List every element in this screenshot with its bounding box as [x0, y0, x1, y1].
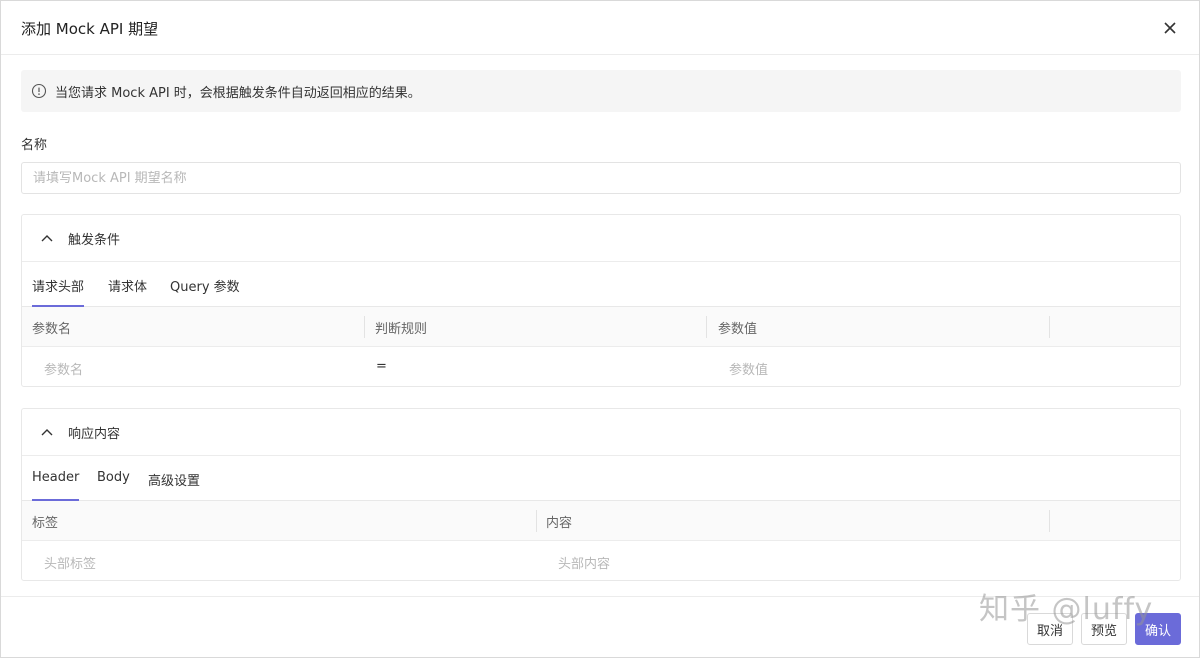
preview-button[interactable]: 预览 — [1081, 613, 1127, 645]
modal-footer: 取消 预览 确认 — [1, 596, 1199, 658]
tab-advanced-settings[interactable]: 高级设置 — [148, 470, 200, 501]
info-alert: 当您请求 Mock API 时，会根据触发条件自动返回相应的结果。 — [21, 70, 1181, 112]
close-icon[interactable] — [1162, 20, 1178, 36]
column-divider — [364, 316, 365, 338]
tab-request-body[interactable]: 请求体 — [108, 276, 147, 307]
cancel-button[interactable]: 取消 — [1027, 613, 1073, 645]
tab-body[interactable]: Body — [97, 470, 130, 501]
trigger-section-header[interactable]: 触发条件 — [22, 215, 1180, 262]
response-section-title: 响应内容 — [68, 427, 121, 442]
param-name-input[interactable]: 参数名 — [44, 359, 83, 378]
name-label: 名称 — [21, 138, 48, 153]
tab-request-header[interactable]: 请求头部 — [32, 276, 85, 307]
info-text: 当您请求 Mock API 时，会根据触发条件自动返回相应的结果。 — [55, 86, 421, 101]
column-divider — [1049, 316, 1050, 338]
trigger-section-title: 触发条件 — [68, 233, 121, 248]
info-icon — [31, 83, 47, 99]
column-tag: 标签 — [32, 516, 59, 531]
table-row: 头部标签 头部内容 — [22, 541, 1180, 581]
table-row: 参数名 = 参数值 — [22, 347, 1180, 387]
mock-api-modal: 添加 Mock API 期望 当您请求 Mock API 时，会根据触发条件自动… — [0, 0, 1200, 658]
modal-header: 添加 Mock API 期望 — [1, 1, 1199, 55]
trigger-section: 触发条件 请求头部 请求体 Query 参数 参数名 判断规则 参数值 参数名 … — [21, 214, 1181, 387]
response-table-header: 标签 内容 — [22, 501, 1180, 541]
chevron-up-icon — [40, 232, 54, 244]
chevron-up-icon — [40, 426, 54, 438]
column-param-value: 参数值 — [718, 322, 758, 337]
response-tabs: Header Body 高级设置 — [22, 456, 1180, 501]
header-tag-input[interactable]: 头部标签 — [44, 553, 96, 572]
trigger-table-header: 参数名 判断规则 参数值 — [22, 307, 1180, 347]
response-section: 响应内容 Header Body 高级设置 标签 内容 头部标签 头部内容 — [21, 408, 1181, 581]
trigger-tabs: 请求头部 请求体 Query 参数 — [22, 262, 1180, 307]
confirm-button[interactable]: 确认 — [1135, 613, 1181, 645]
tab-header[interactable]: Header — [32, 470, 80, 501]
column-content: 内容 — [546, 516, 573, 531]
response-section-header[interactable]: 响应内容 — [22, 409, 1180, 456]
column-divider — [536, 510, 537, 532]
column-param-name: 参数名 — [32, 322, 72, 337]
column-divider — [706, 316, 707, 338]
rule-select[interactable]: = — [376, 359, 387, 374]
column-divider — [1049, 510, 1050, 532]
header-content-input[interactable]: 头部内容 — [558, 553, 610, 572]
tab-query-params[interactable]: Query 参数 — [170, 276, 240, 307]
column-rule: 判断规则 — [375, 322, 428, 337]
param-value-input[interactable]: 参数值 — [729, 359, 768, 378]
modal-title: 添加 Mock API 期望 — [21, 20, 159, 38]
name-input[interactable] — [21, 162, 1181, 194]
